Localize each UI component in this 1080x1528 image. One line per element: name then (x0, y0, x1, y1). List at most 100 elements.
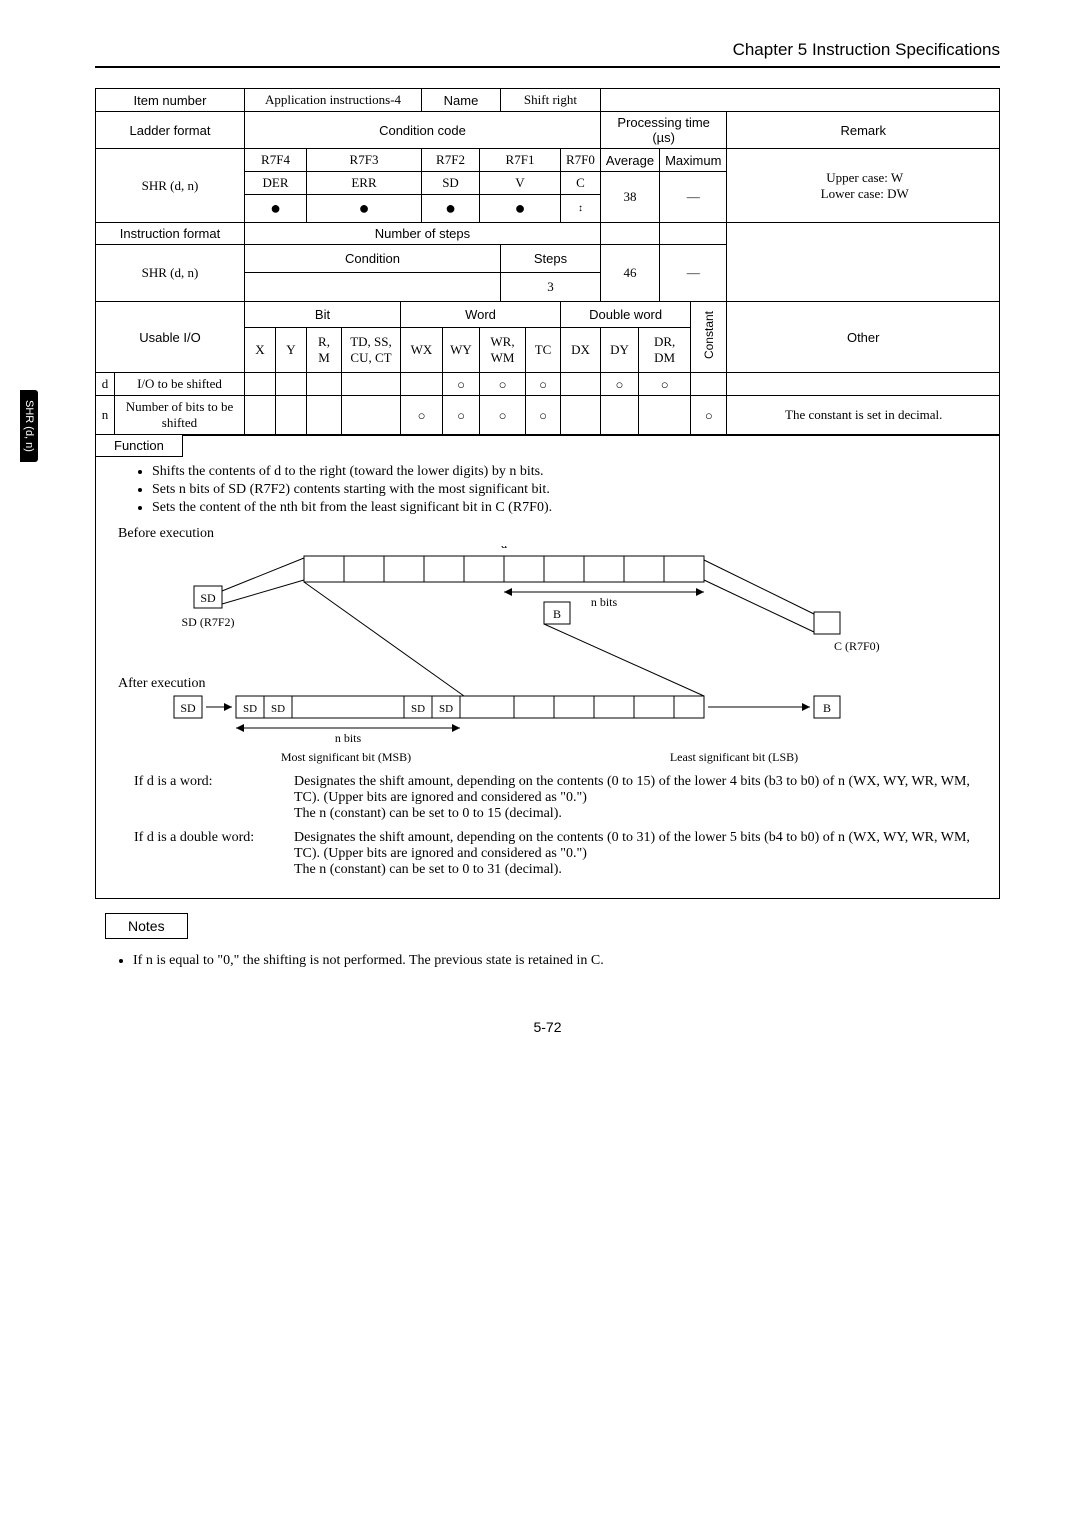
cell (245, 373, 276, 396)
d-sym: d (96, 373, 115, 396)
r7f1: R7F1 (480, 149, 561, 172)
cell: ○ (401, 396, 443, 435)
function-label: Function (95, 435, 183, 457)
cell: ○ (691, 396, 727, 435)
svg-text:n bits: n bits (335, 731, 362, 745)
v: V (480, 172, 561, 195)
sd: SD (422, 172, 480, 195)
svg-text:Most significant bit (MSB): Most significant bit (MSB) (281, 750, 411, 764)
d-text: I/O to be shifted (115, 373, 245, 396)
lbl-dword: Double word (561, 302, 691, 328)
if-dword-txt1: Designates the shift amount, depending o… (294, 830, 981, 862)
lbl-const: Constant (691, 302, 727, 373)
upper-case: Upper case: W (735, 170, 994, 186)
func-b2: Sets n bits of SD (R7F2) contents starti… (152, 482, 981, 498)
svg-text:SD: SD (271, 703, 285, 715)
htd: TD, SS,CU, CT (342, 327, 401, 372)
chapter-heading: Chapter 5 Instruction Specifications (95, 40, 1000, 68)
cell (401, 373, 443, 396)
updn: ↕ (561, 195, 601, 223)
svg-text:n bits: n bits (591, 595, 618, 609)
c: C (561, 172, 601, 195)
lbl-word: Word (401, 302, 561, 328)
val-app-instr: Application instructions-4 (245, 89, 422, 112)
cell: ○ (526, 373, 561, 396)
hdrm: DR,DM (639, 327, 691, 372)
n-other: The constant is set in decimal. (727, 396, 1000, 435)
lbl-max: Maximum (660, 149, 727, 172)
lower-case: Lower case: DW (735, 186, 994, 202)
shift-diagram: d n bits B SD (114, 546, 934, 766)
cell: ○ (480, 373, 526, 396)
if-word-txt2: The n (constant) can be set to 0 to 15 (… (294, 806, 981, 822)
func-b1: Shifts the contents of d to the right (t… (152, 464, 981, 480)
val-dash2: — (660, 245, 727, 302)
blank (727, 245, 1000, 302)
val-shr2: SHR (d, n) (96, 245, 245, 302)
lbl-cond-code: Condition code (245, 112, 601, 149)
side-tab: SHR (d, n) (20, 390, 38, 462)
lbl-proc-time: Processing time (µs) (600, 112, 727, 149)
val-46: 46 (600, 245, 659, 302)
cell: ○ (443, 373, 480, 396)
lbl-remark: Remark (727, 112, 1000, 149)
cell (307, 373, 342, 396)
cell (342, 396, 401, 435)
lbl-steps: Steps (501, 245, 601, 273)
cell (276, 396, 307, 435)
cell: ○ (480, 396, 526, 435)
blank (245, 272, 501, 301)
hwx: WX (401, 327, 443, 372)
notes-label: Notes (105, 913, 188, 939)
svg-text:C (R7F0): C (R7F0) (834, 639, 880, 653)
lbl-other: Other (727, 302, 1000, 373)
der: DER (245, 172, 307, 195)
val-3: 3 (501, 272, 601, 301)
svg-text:B: B (823, 701, 831, 715)
svg-text:B: B (553, 607, 561, 621)
if-dword-txt2: The n (constant) can be set to 0 to 31 (… (294, 862, 981, 878)
lbl-condition: Condition (245, 245, 501, 273)
lbl-nsteps: Number of steps (245, 223, 601, 245)
svg-text:SD: SD (439, 703, 453, 715)
lbl-avg: Average (600, 149, 659, 172)
page-number: 5-72 (95, 1019, 1000, 1035)
hy: Y (276, 327, 307, 372)
lbl-name: Name (422, 89, 501, 112)
if-word: If d is a word: (134, 774, 294, 822)
lbl-item-number: Item number (96, 89, 245, 112)
val-38: 38 (600, 172, 659, 223)
cell (691, 373, 727, 396)
hx: X (245, 327, 276, 372)
cell (276, 373, 307, 396)
cell: ○ (639, 373, 691, 396)
cell (727, 373, 1000, 396)
lbl-ladder: Ladder format (96, 112, 245, 149)
blank (727, 223, 1000, 245)
hdy: DY (600, 327, 638, 372)
val-dash: — (660, 172, 727, 223)
svg-text:SD (R7F2): SD (R7F2) (181, 615, 234, 629)
r7f3: R7F3 (307, 149, 422, 172)
cell: ○ (443, 396, 480, 435)
lbl-bit: Bit (245, 302, 401, 328)
svg-text:SD: SD (411, 703, 425, 715)
remark-text: Upper case: W Lower case: DW (727, 149, 1000, 223)
if-word-txt1: Designates the shift amount, depending o… (294, 774, 981, 806)
val-shift-right: Shift right (501, 89, 601, 112)
spec-table: Item number Application instructions-4 N… (95, 88, 1000, 436)
cell (342, 373, 401, 396)
lbl-instr-fmt: Instruction format (96, 223, 245, 245)
blank (600, 223, 659, 245)
val-shr: SHR (d, n) (96, 149, 245, 223)
cell: ○ (526, 396, 561, 435)
cell (561, 396, 601, 435)
before-exec: Before execution (118, 526, 981, 542)
cell (245, 396, 276, 435)
svg-text:Least significant bit (LSB): Least significant bit (LSB) (670, 750, 798, 764)
r7f4: R7F4 (245, 149, 307, 172)
cell (307, 396, 342, 435)
dot: ● (307, 195, 422, 223)
htc: TC (526, 327, 561, 372)
n-sym: n (96, 396, 115, 435)
